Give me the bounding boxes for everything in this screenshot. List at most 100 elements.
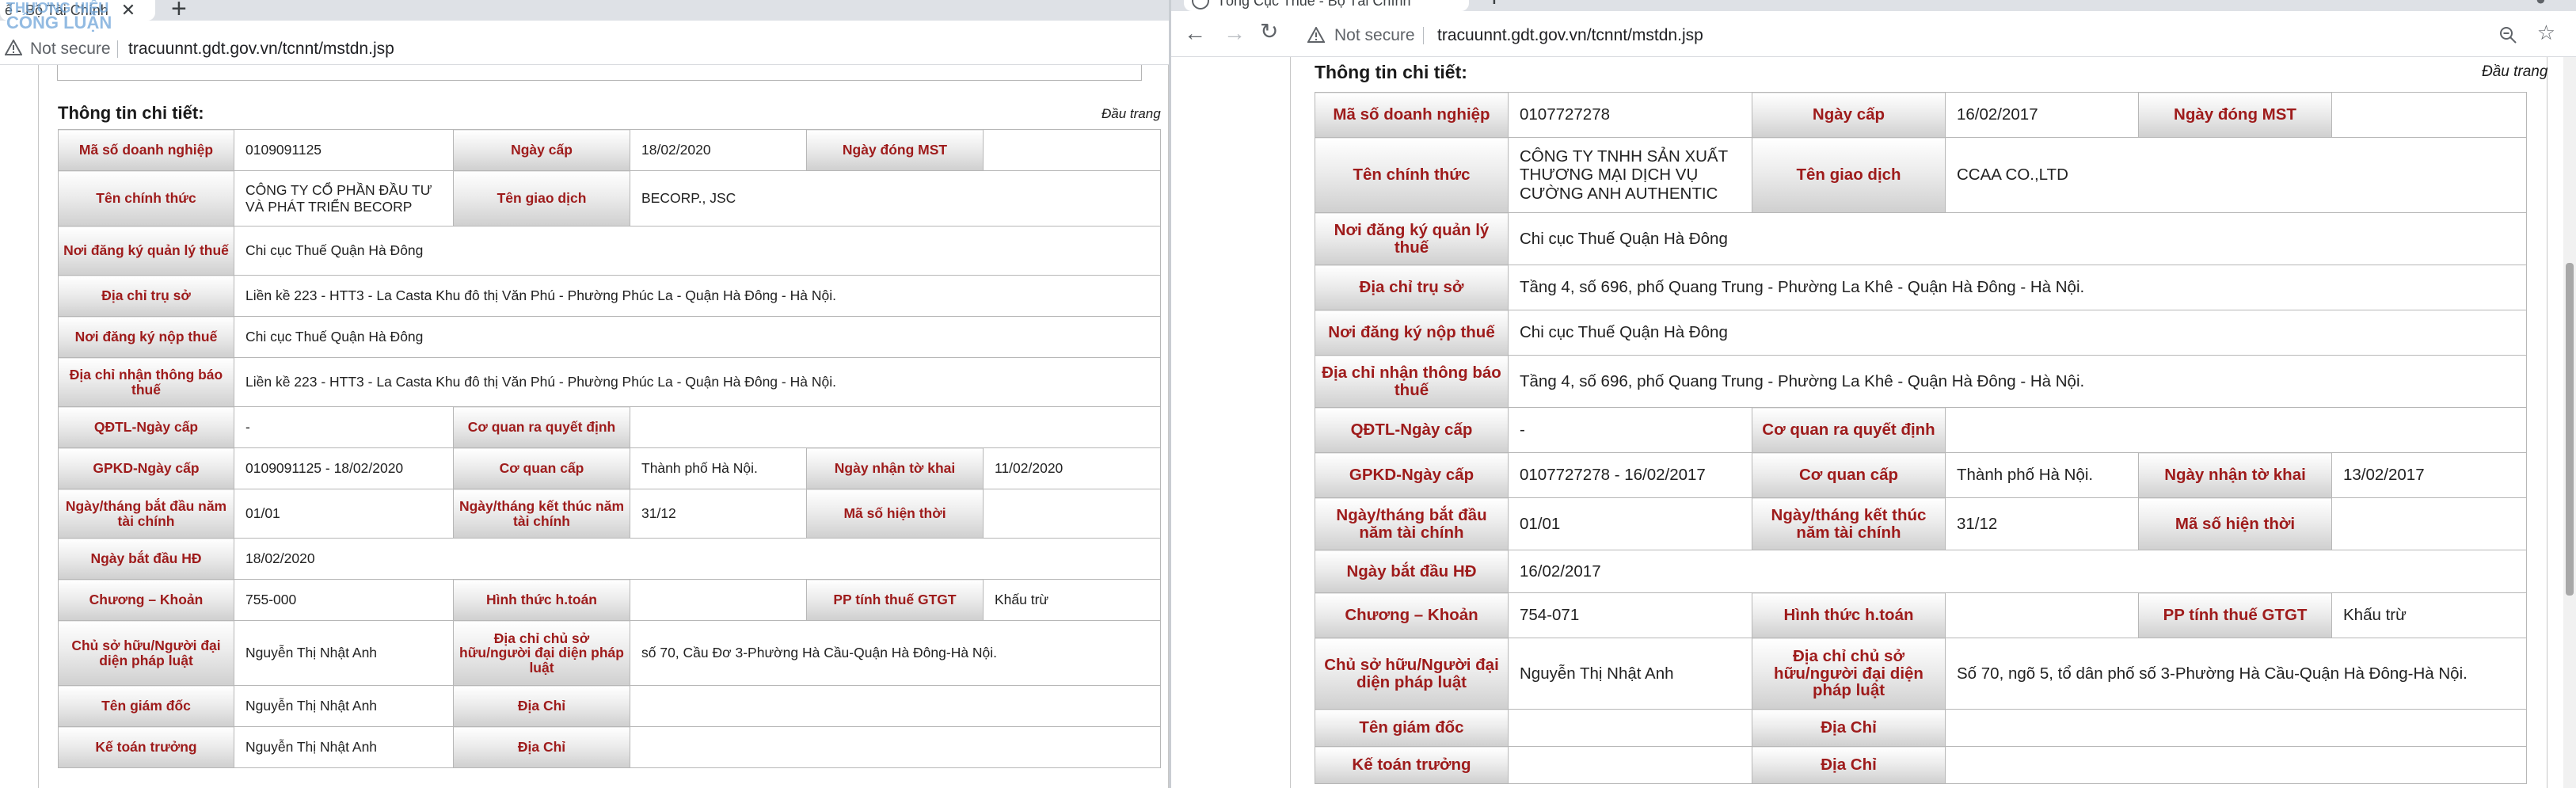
value-co-quan-cap: Thành phố Hà Nội. — [630, 447, 807, 489]
label-ke-toan-truong: Kế toán trưởng — [1315, 746, 1509, 784]
scrollbar-thumb[interactable] — [2566, 263, 2574, 596]
warning-triangle-icon[interactable] — [1307, 27, 1325, 43]
value-dia-chi-nhan-thong-bao-thue: Tầng 4, số 696, phố Quang Trung - Phường… — [1508, 355, 2527, 408]
label-hinh-thuc-hach-toan: Hình thức h.toán — [1752, 592, 1946, 638]
value-ten-giam-doc — [1508, 709, 1752, 747]
bookmark-star-icon[interactable]: ☆ — [2537, 22, 2555, 43]
company-info-table: Mã số doanh nghiệp 0109091125 Ngày cấp 1… — [58, 129, 1161, 768]
globe-icon — [1192, 0, 1209, 10]
screenshot-composite: ế - Bộ Tài Chính ✕ + THƯƠNG HIỆU CÔNG LU… — [0, 0, 2576, 788]
watermark-logo: THƯƠNG HIỆU CÔNG LUẬN — [6, 1, 112, 32]
value-ten-chinh-thuc: CÔNG TY TNHH SẢN XUẤT THƯƠNG MẠI DỊCH VỤ… — [1508, 137, 1752, 213]
address-bar: ← → ↻ Not secure tracuunnt.gdt.gov.vn/tc… — [1171, 13, 2576, 57]
label-dia-chi-giam-doc: Địa Chỉ — [453, 685, 630, 727]
value-ma-so-hien-thoi — [2331, 497, 2527, 550]
label-ten-giao-dich: Tên giao dịch — [453, 170, 630, 227]
label-ma-so-doanh-nghiep: Mã số doanh nghiệp — [58, 129, 234, 171]
browser-tab-active[interactable]: Tổng Cục Thuế - Bộ Tài Chính — [1184, 0, 1469, 11]
table-row: Ngày/tháng bắt đầu năm tài chính 01/01 N… — [1315, 497, 2527, 550]
not-secure-label[interactable]: Not secure — [1334, 26, 1415, 45]
value-dia-chi-giam-doc — [630, 685, 1161, 727]
top-link[interactable]: Đầu trang — [1102, 106, 1161, 122]
new-tab-icon[interactable]: + — [1486, 0, 1502, 13]
value-noi-dang-ky-nop-thue: Chi cục Thuế Quận Hà Đông — [234, 316, 1161, 358]
label-chu-so-huu: Chủ sở hữu/Người đại diện pháp luật — [58, 620, 234, 686]
label-ten-giam-doc: Tên giám đốc — [58, 685, 234, 727]
value-ma-so-hien-thoi — [983, 489, 1161, 539]
table-row: Chủ sở hữu/Người đại diện pháp luật Nguy… — [1315, 638, 2527, 710]
table-row: Chương – Khoản 755-000 Hình thức h.toán … — [58, 579, 1161, 621]
label-noi-dang-ky-nop-thue: Nơi đăng ký nộp thuế — [1315, 310, 1509, 356]
value-ten-giao-dich: BECORP., JSC — [630, 170, 1161, 227]
tab-strip: ế - Bộ Tài Chính ✕ + — [0, 0, 1169, 24]
table-row: Nơi đăng ký nộp thuế Chi cục Thuế Quận H… — [1315, 310, 2527, 356]
label-ma-so-doanh-nghiep: Mã số doanh nghiệp — [1315, 92, 1509, 138]
profile-menu-icon[interactable]: ● — [2536, 0, 2546, 8]
new-tab-icon[interactable]: + — [171, 0, 187, 25]
label-noi-dang-ky-quan-ly-thue: Nơi đăng ký quản lý thuế — [58, 226, 234, 276]
value-ten-chinh-thuc: CÔNG TY CỔ PHẦN ĐẦU TƯ VÀ PHÁT TRIỂN BEC… — [234, 170, 454, 227]
section-title: Thông tin chi tiết: — [1315, 62, 1467, 82]
value-pp-tinh-thue-gtgt: Khấu trừ — [2331, 592, 2527, 638]
label-ten-giao-dich: Tên giao dịch — [1752, 137, 1946, 213]
value-qdtl-ngay-cap: - — [1508, 407, 1752, 453]
value-ngay-nhan-to-khai: 13/02/2017 — [2331, 452, 2527, 498]
label-ten-chinh-thuc: Tên chính thức — [58, 170, 234, 227]
value-gpkd-ngay-cap: 0109091125 - 18/02/2020 — [234, 447, 454, 489]
table-row: Chủ sở hữu/Người đại diện pháp luật Nguy… — [58, 620, 1161, 686]
value-dia-chi-tru-so: Liền kề 223 - HTT3 - La Casta Khu đô thị… — [234, 275, 1161, 317]
table-row: Tên chính thức CÔNG TY CỔ PHẦN ĐẦU TƯ VÀ… — [58, 170, 1161, 227]
url-text[interactable]: tracuunnt.gdt.gov.vn/tcnnt/mstdn.jsp — [128, 40, 394, 59]
back-arrow-icon[interactable]: ← — [1184, 22, 1206, 44]
vertical-scrollbar[interactable] — [2563, 57, 2576, 788]
value-dia-chi-giam-doc — [1945, 709, 2527, 747]
value-ngay-bat-dau-hd: 16/02/2017 — [1508, 550, 2527, 593]
not-secure-label[interactable]: Not secure — [30, 40, 111, 59]
table-row: Ngày bắt đầu HĐ 18/02/2020 — [58, 538, 1161, 580]
warning-triangle-icon[interactable] — [5, 40, 22, 55]
section-title: Thông tin chi tiết: — [58, 103, 204, 123]
table-row: GPKD-Ngày cấp 0109091125 - 18/02/2020 Cơ… — [58, 447, 1161, 489]
value-dia-chi-ke-toan — [1945, 746, 2527, 784]
zoom-icon[interactable] — [2498, 25, 2517, 44]
tab-close-icon[interactable]: ✕ — [121, 0, 135, 21]
value-chuong-khoan: 755-000 — [234, 579, 454, 621]
label-gpkd-ngay-cap: GPKD-Ngày cấp — [1315, 452, 1509, 498]
label-pp-tinh-thue-gtgt: PP tính thuế GTGT — [806, 579, 984, 621]
label-ngay-nhan-to-khai: Ngày nhận tờ khai — [2138, 452, 2332, 498]
label-ma-so-hien-thoi: Mã số hiện thời — [2138, 497, 2332, 550]
table-row: Mã số doanh nghiệp 0107727278 Ngày cấp 1… — [1315, 92, 2527, 138]
reload-icon[interactable]: ↻ — [1260, 21, 1278, 43]
table-row: Tên giám đốc Địa Chỉ — [1315, 709, 2527, 747]
url-separator — [1423, 27, 1424, 44]
label-ten-chinh-thuc: Tên chính thức — [1315, 137, 1509, 213]
company-info-table: Mã số doanh nghiệp 0107727278 Ngày cấp 1… — [1315, 92, 2527, 784]
value-dia-chi-nhan-thong-bao-thue: Liền kề 223 - HTT3 - La Casta Khu đô thị… — [234, 357, 1161, 407]
table-row: Nơi đăng ký quản lý thuế Chi cục Thuế Qu… — [1315, 212, 2527, 265]
label-chuong-khoan: Chương – Khoản — [58, 579, 234, 621]
forward-arrow-icon[interactable]: → — [1223, 22, 1246, 44]
value-ten-giam-doc: Nguyễn Thị Nhật Anh — [234, 685, 454, 727]
label-ngay-cap: Ngày cấp — [1752, 92, 1946, 138]
table-row: Địa chỉ trụ sở Tầng 4, số 696, phố Quang… — [1315, 265, 2527, 310]
value-ten-giao-dich: CCAA CO.,LTD — [1945, 137, 2527, 213]
value-ngay-ket-thuc-nam-tai-chinh: 31/12 — [630, 489, 807, 539]
label-hinh-thuc-hach-toan: Hình thức h.toán — [453, 579, 630, 621]
previous-section-bottom — [57, 65, 1142, 81]
table-row: Mã số doanh nghiệp 0109091125 Ngày cấp 1… — [58, 129, 1161, 171]
value-chuong-khoan: 754-071 — [1508, 592, 1752, 638]
label-co-quan-ra-quyet-dinh: Cơ quan ra quyết định — [453, 406, 630, 448]
value-gpkd-ngay-cap: 0107727278 - 16/02/2017 — [1508, 452, 1752, 498]
value-ma-so-doanh-nghiep: 0109091125 — [234, 129, 454, 171]
value-co-quan-cap: Thành phố Hà Nội. — [1945, 452, 2139, 498]
value-co-quan-ra-quyet-dinh — [1945, 407, 2527, 453]
label-ngay-bat-dau-hd: Ngày bắt đầu HĐ — [1315, 550, 1509, 593]
url-text[interactable]: tracuunnt.gdt.gov.vn/tcnnt/mstdn.jsp — [1437, 26, 1703, 45]
label-qdtl-ngay-cap: QĐTL-Ngày cấp — [1315, 407, 1509, 453]
table-row: Kế toán trưởng Nguyễn Thị Nhật Anh Địa C… — [58, 726, 1161, 768]
value-dia-chi-ke-toan — [630, 726, 1161, 768]
value-hinh-thuc-hach-toan — [1945, 592, 2139, 638]
table-row: Chương – Khoản 754-071 Hình thức h.toán … — [1315, 592, 2527, 638]
top-link[interactable]: Đầu trang — [2482, 63, 2547, 81]
value-ngay-cap: 18/02/2020 — [630, 129, 807, 171]
